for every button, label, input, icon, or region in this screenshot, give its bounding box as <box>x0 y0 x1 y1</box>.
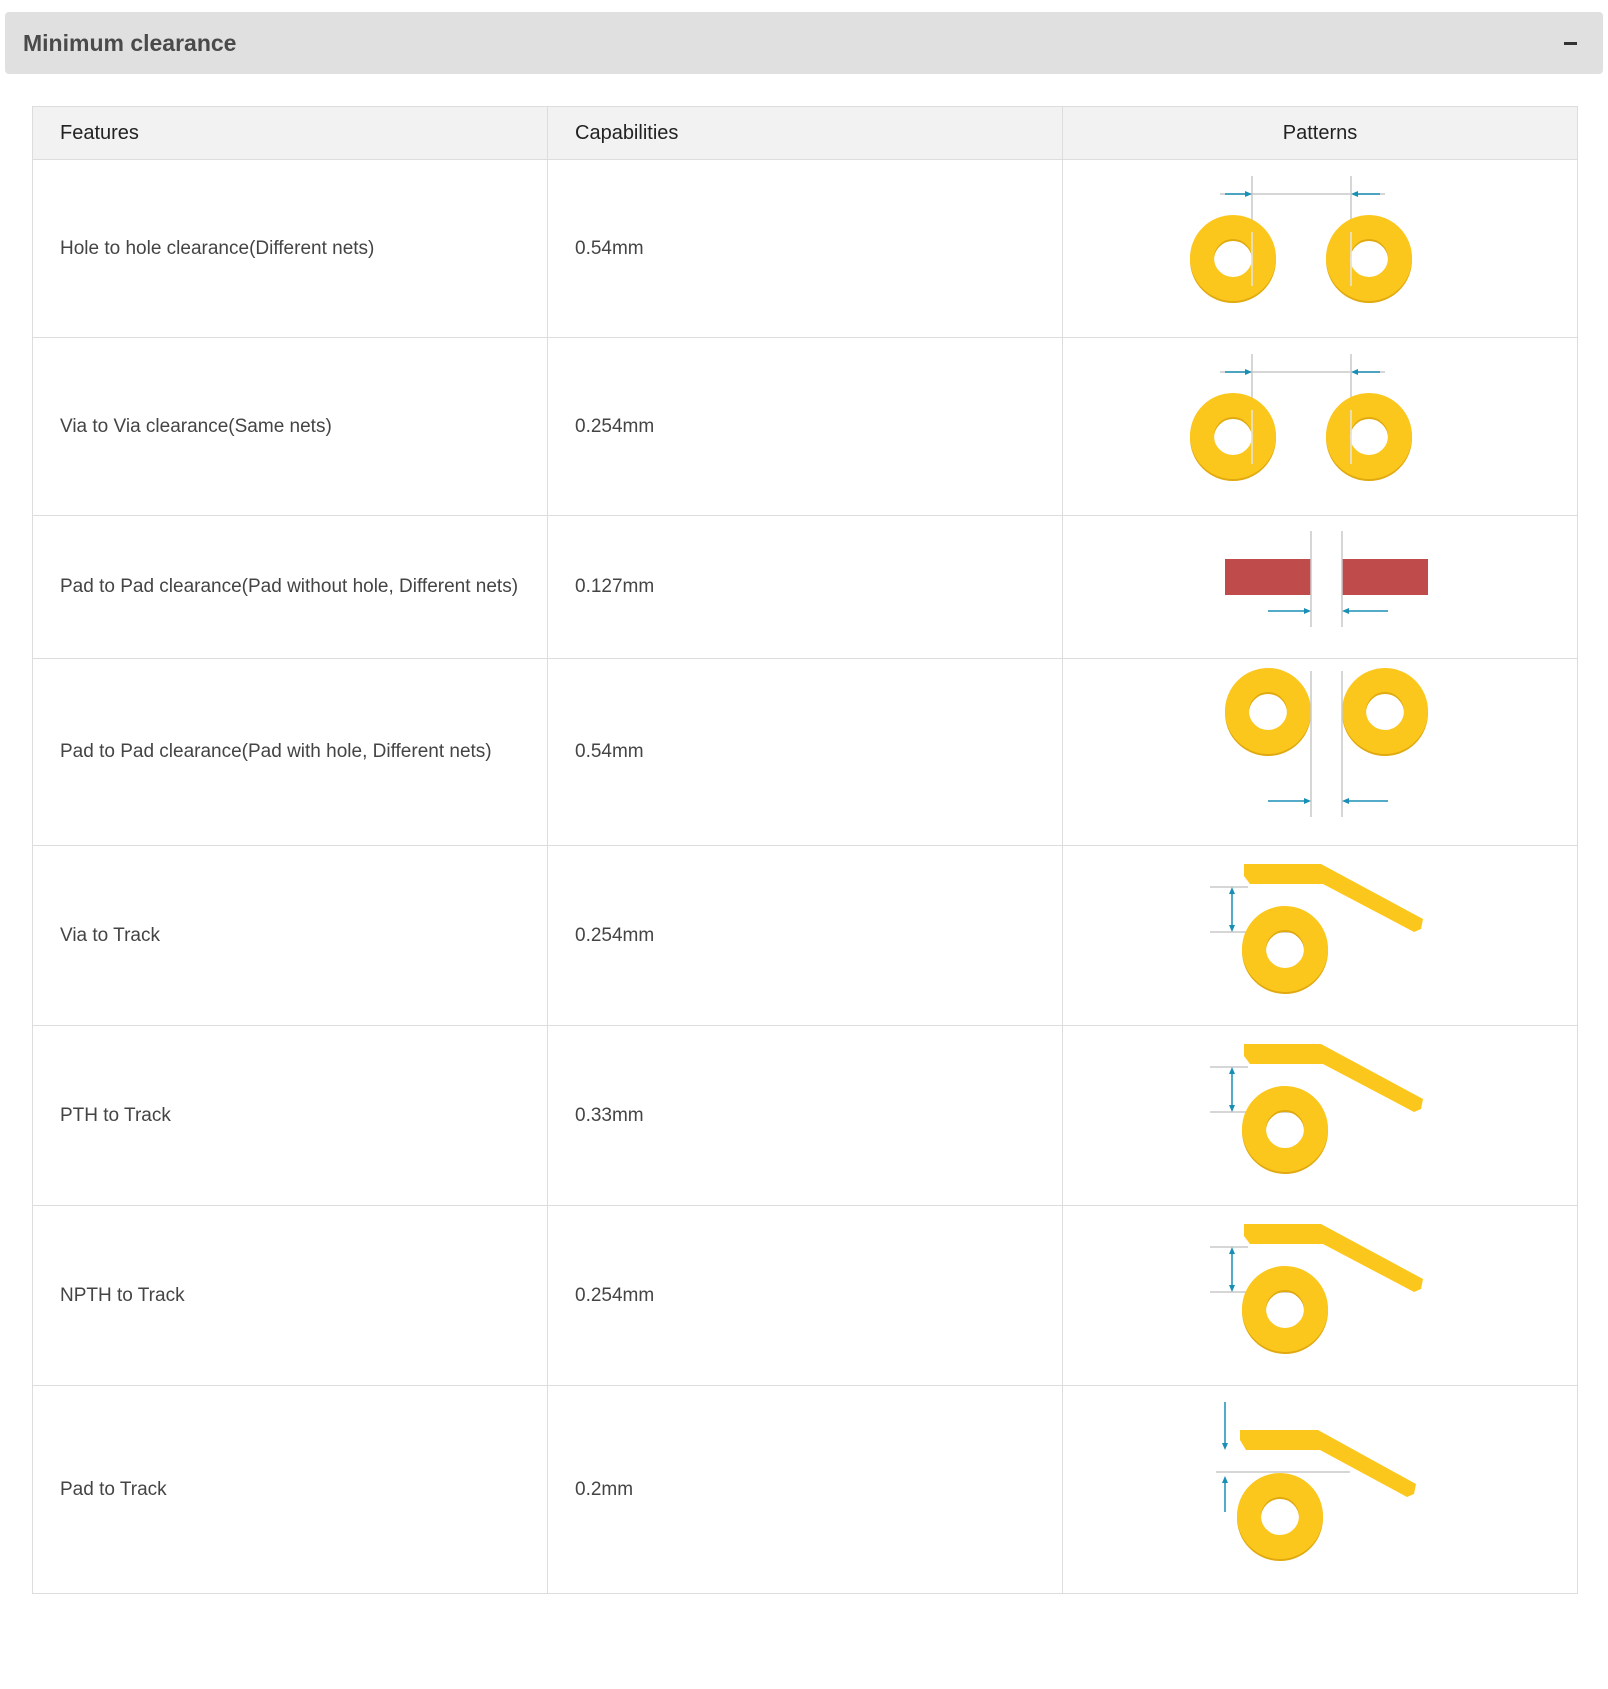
npth-to-track-pattern <box>1063 1206 1577 1385</box>
clearance-table: Features Capabilities Patterns Hole to h… <box>32 106 1578 1594</box>
feature-cell: PTH to Track <box>33 1026 548 1205</box>
capability-cell: 0.127mm <box>548 516 1063 658</box>
feature-cell: Pad to Pad clearance(Pad with hole, Diff… <box>33 659 548 845</box>
feature-cell: Pad to Pad clearance(Pad without hole, D… <box>33 516 548 658</box>
capability-cell: 0.54mm <box>548 659 1063 845</box>
via-to-via-pattern <box>1063 338 1577 515</box>
minus-icon <box>1563 41 1577 45</box>
capability-cell: 0.254mm <box>548 1206 1063 1385</box>
table-header-row: Features Capabilities Patterns <box>33 107 1577 159</box>
smd-pad-to-pad-pattern <box>1063 516 1577 658</box>
header-capabilities: Capabilities <box>548 107 1063 159</box>
panel-header[interactable]: Minimum clearance <box>5 12 1603 74</box>
header-features: Features <box>33 107 548 159</box>
hole-to-hole-pattern <box>1063 160 1577 337</box>
table-row: Pad to Track 0.2mm <box>33 1385 1577 1593</box>
feature-cell: Hole to hole clearance(Different nets) <box>33 160 548 337</box>
collapse-button[interactable] <box>1555 28 1585 58</box>
table-row: Pad to Pad clearance(Pad with hole, Diff… <box>33 658 1577 845</box>
pad-to-track-pattern <box>1063 1386 1577 1593</box>
header-patterns: Patterns <box>1282 121 1358 144</box>
table-row: Pad to Pad clearance(Pad without hole, D… <box>33 515 1577 658</box>
pth-pad-to-pad-pattern <box>1063 659 1577 845</box>
table-row: Via to Via clearance(Same nets) 0.254mm <box>33 337 1577 515</box>
table-row: Hole to hole clearance(Different nets) 0… <box>33 159 1577 337</box>
capability-cell: 0.254mm <box>548 846 1063 1025</box>
capability-cell: 0.54mm <box>548 160 1063 337</box>
capability-cell: 0.2mm <box>548 1386 1063 1593</box>
capability-cell: 0.254mm <box>548 338 1063 515</box>
feature-cell: Via to Via clearance(Same nets) <box>33 338 548 515</box>
table-row: Via to Track 0.254mm <box>33 845 1577 1025</box>
table-row: NPTH to Track 0.254mm <box>33 1205 1577 1385</box>
pth-to-track-pattern <box>1063 1026 1577 1205</box>
feature-cell: Via to Track <box>33 846 548 1025</box>
feature-cell: Pad to Track <box>33 1386 548 1593</box>
table-row: PTH to Track 0.33mm <box>33 1025 1577 1205</box>
panel-title: Minimum clearance <box>23 29 237 56</box>
via-to-track-pattern <box>1063 846 1577 1025</box>
feature-cell: NPTH to Track <box>33 1206 548 1385</box>
capability-cell: 0.33mm <box>548 1026 1063 1205</box>
